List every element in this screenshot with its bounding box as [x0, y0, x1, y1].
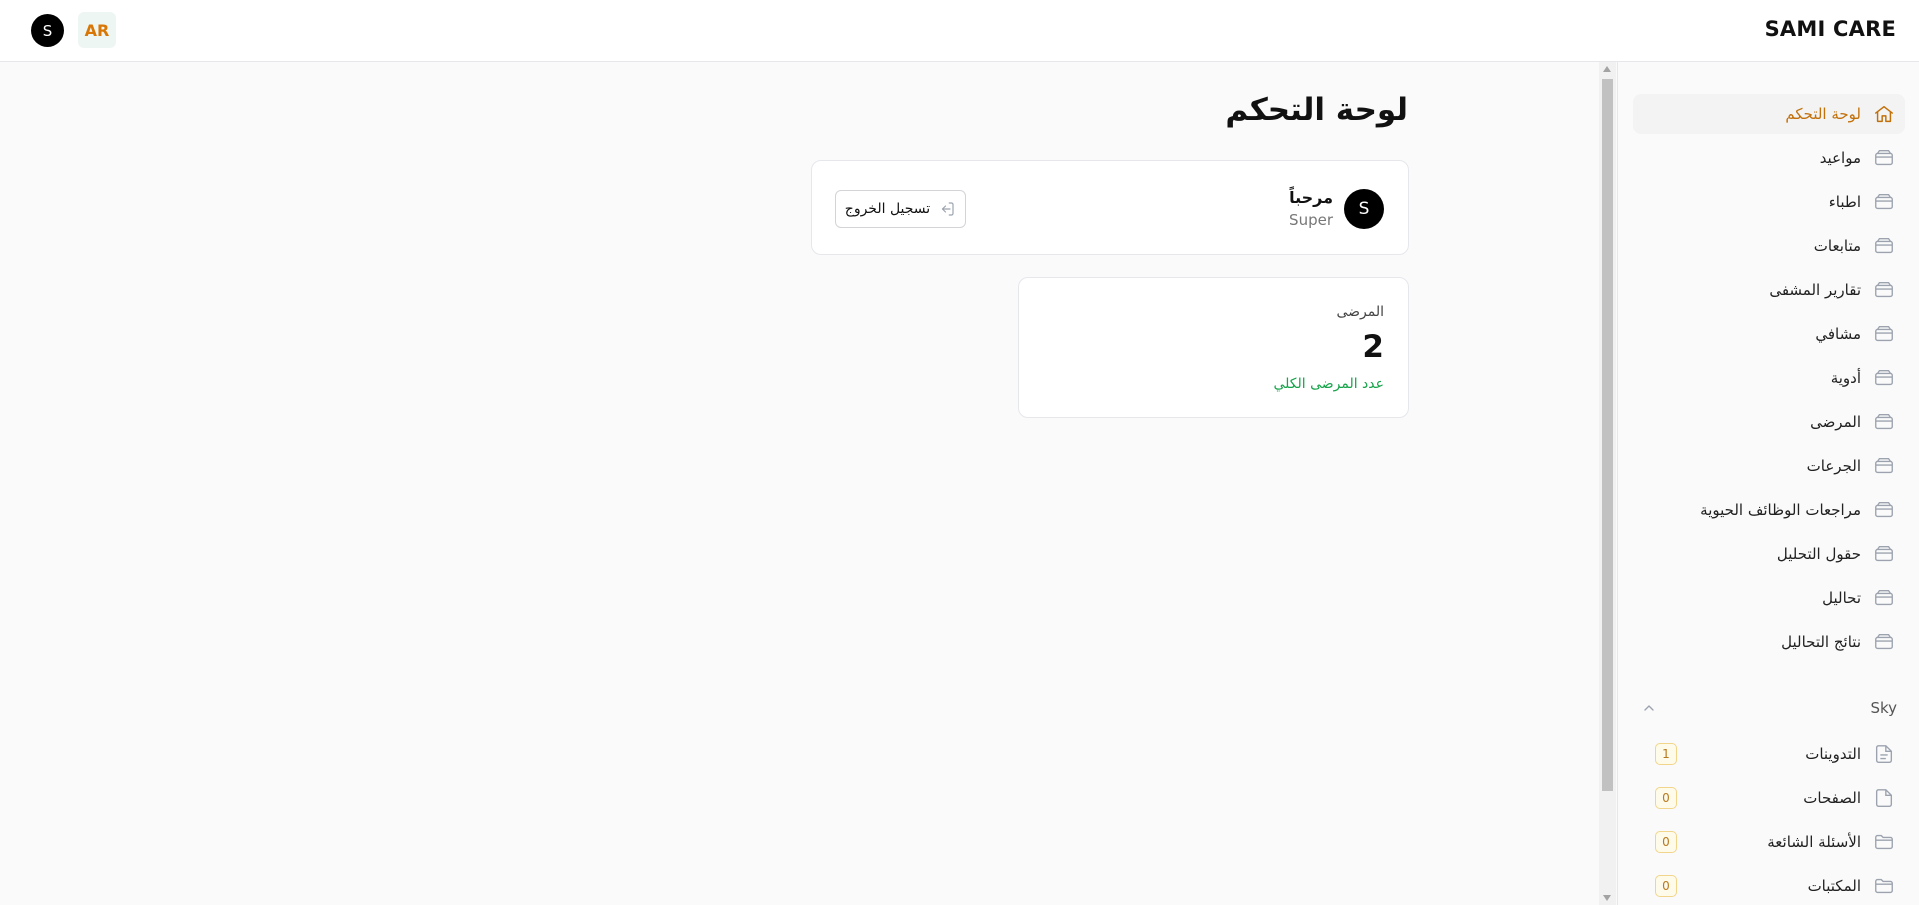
sidebar-item-doctors[interactable]: اطباء	[1633, 182, 1905, 222]
sidebar-item-label: المرضى	[1810, 413, 1861, 431]
table-icon	[1873, 455, 1895, 477]
sidebar-item-label: مواعيد	[1819, 149, 1861, 167]
sidebar-item-label: مراجعات الوظائف الحيوية	[1700, 501, 1861, 519]
count-badge: 0	[1655, 875, 1677, 897]
sidebar-group-title: Sky	[1870, 699, 1897, 717]
sidebar-item-doses[interactable]: الجرعات	[1633, 446, 1905, 486]
main-scrollbar[interactable]	[1599, 62, 1616, 905]
table-icon	[1873, 411, 1895, 433]
table-icon	[1873, 235, 1895, 257]
language-label: AR	[84, 20, 110, 40]
logout-icon	[938, 200, 956, 218]
sidebar-item-label: تحاليل	[1822, 589, 1861, 607]
scrollbar-thumb[interactable]	[1602, 79, 1613, 791]
sidebar-item-label: لوحة التحكم	[1785, 105, 1861, 123]
sidebar-item-label: تقارير المشفى	[1769, 281, 1861, 299]
language-switch-button[interactable]: AR	[78, 12, 116, 48]
sidebar-item-label: اطباء	[1828, 193, 1861, 211]
sidebar-group-header[interactable]: Sky	[1633, 693, 1897, 723]
stat-label: المرضى	[1336, 304, 1384, 320]
home-icon	[1873, 103, 1895, 125]
sidebar-item-hospitals[interactable]: مشافي	[1633, 314, 1905, 354]
sidebar-item-label: التدوينات	[1805, 745, 1861, 763]
table-icon	[1873, 323, 1895, 345]
welcome-avatar: S	[1344, 189, 1384, 229]
table-icon	[1873, 191, 1895, 213]
table-icon	[1873, 147, 1895, 169]
stat-description: عدد المرضى الكلي	[1273, 376, 1384, 392]
sidebar-item-medicines[interactable]: أدوية	[1633, 358, 1905, 398]
sidebar-item-hospital-reports[interactable]: تقارير المشفى	[1633, 270, 1905, 310]
document-icon	[1873, 787, 1895, 809]
sidebar-item-label: الأسئلة الشائعة	[1767, 833, 1861, 851]
sidebar-item-faq[interactable]: الأسئلة الشائعة 0	[1633, 822, 1905, 862]
user-avatar[interactable]: S	[31, 14, 64, 47]
sidebar-item-patients[interactable]: المرضى	[1633, 402, 1905, 442]
page-title: لوحة التحكم	[1225, 92, 1408, 128]
sidebar-item-analysis-fields[interactable]: حقول التحليل	[1633, 534, 1905, 574]
table-icon	[1873, 499, 1895, 521]
logout-button[interactable]: تسجيل الخروج	[835, 190, 966, 228]
sidebar-item-label: مشافي	[1815, 325, 1861, 343]
sidebar-item-dashboard[interactable]: لوحة التحكم	[1633, 94, 1905, 134]
welcome-card: S مرحباً Super تسجيل الخروج	[811, 160, 1409, 255]
sidebar-item-analyses[interactable]: تحاليل	[1633, 578, 1905, 618]
brand-logo[interactable]: SAMI CARE	[1765, 17, 1896, 41]
sidebar-item-libraries[interactable]: المكتبات 0	[1633, 866, 1905, 905]
logout-label: تسجيل الخروج	[844, 201, 931, 217]
stat-value: 2	[1362, 329, 1384, 365]
sidebar: لوحة التحكم مواعيد اطباء متابعات تقارير …	[1617, 62, 1919, 905]
sidebar-item-pages[interactable]: الصفحات 0	[1633, 778, 1905, 818]
sidebar-item-label: الجرعات	[1806, 457, 1861, 475]
user-avatar-initial: S	[42, 21, 53, 40]
sidebar-item-label: حقول التحليل	[1776, 545, 1861, 563]
sidebar-item-label: أدوية	[1830, 369, 1861, 387]
stat-card-patients: المرضى 2 عدد المرضى الكلي	[1018, 277, 1409, 418]
sidebar-item-appointments[interactable]: مواعيد	[1633, 138, 1905, 178]
sidebar-item-posts[interactable]: التدوينات 1	[1633, 734, 1905, 774]
table-icon	[1873, 543, 1895, 565]
sidebar-item-followups[interactable]: متابعات	[1633, 226, 1905, 266]
top-bar: S AR SAMI CARE	[0, 0, 1919, 62]
table-icon	[1873, 631, 1895, 653]
count-badge: 0	[1655, 831, 1677, 853]
count-badge: 0	[1655, 787, 1677, 809]
table-icon	[1873, 587, 1895, 609]
scroll-up-arrow-icon[interactable]	[1603, 66, 1611, 72]
folder-icon	[1873, 875, 1895, 897]
document-text-icon	[1873, 743, 1895, 765]
table-icon	[1873, 279, 1895, 301]
welcome-greeting: مرحباً	[1289, 188, 1333, 207]
folder-icon	[1873, 831, 1895, 853]
sidebar-item-analysis-results[interactable]: نتائج التحاليل	[1633, 622, 1905, 662]
count-badge: 1	[1655, 743, 1677, 765]
sidebar-item-label: متابعات	[1813, 237, 1861, 255]
table-icon	[1873, 367, 1895, 389]
sidebar-item-label: المكتبات	[1807, 877, 1861, 895]
sidebar-item-label: الصفحات	[1803, 789, 1861, 807]
welcome-avatar-initial: S	[1358, 199, 1370, 219]
welcome-role: Super	[1289, 211, 1333, 229]
chevron-up-icon[interactable]	[1641, 700, 1657, 716]
scroll-down-arrow-icon[interactable]	[1603, 895, 1611, 901]
sidebar-item-label: نتائج التحاليل	[1781, 633, 1861, 651]
sidebar-item-vital-reviews[interactable]: مراجعات الوظائف الحيوية	[1633, 490, 1905, 530]
